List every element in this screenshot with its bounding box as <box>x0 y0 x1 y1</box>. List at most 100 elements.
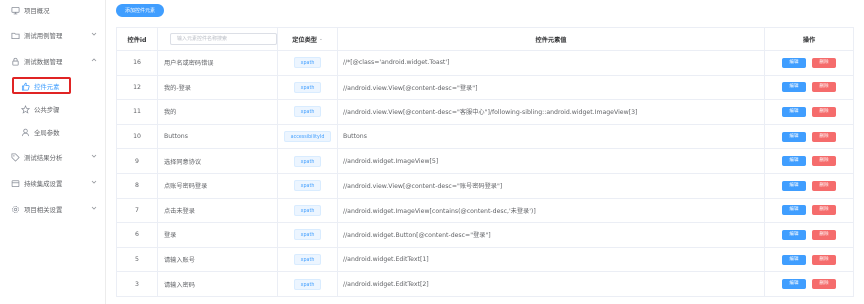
delete-button[interactable]: 删除 <box>812 180 836 191</box>
user-icon <box>20 127 30 137</box>
row-element-value: //android.widget.ImageView[5] <box>338 149 765 173</box>
lock-icon <box>10 56 20 66</box>
delete-button[interactable]: 删除 <box>812 229 836 240</box>
row-id: 16 <box>116 51 158 75</box>
row-name: 请输入账号 <box>158 247 278 272</box>
gear-icon <box>10 204 20 214</box>
sidebar-item-label: 控件元素 <box>34 82 60 91</box>
edit-button[interactable]: 编辑 <box>782 82 806 93</box>
row-type-cell: xpath <box>278 272 338 296</box>
locator-type-tag: xpath <box>293 229 322 241</box>
delete-button[interactable]: 删除 <box>812 156 836 167</box>
delete-button[interactable]: 删除 <box>812 254 836 265</box>
sidebar-item-common-steps[interactable]: 公共步骤 <box>0 98 106 120</box>
row-name: 我的 <box>158 100 278 124</box>
row-id: 11 <box>116 100 158 124</box>
delete-button[interactable]: 删除 <box>812 205 836 216</box>
row-operations: 编辑 删除 <box>765 51 854 75</box>
row-operations: 编辑 删除 <box>765 149 854 173</box>
locator-type-tag: xpath <box>293 81 322 93</box>
row-element-value: //android.view.View[@content-desc="登录"] <box>338 75 765 100</box>
sidebar-item-ci-settings[interactable]: 持续集成设置 <box>0 172 106 194</box>
row-type-cell: xpath <box>278 75 338 100</box>
star-icon <box>20 104 30 114</box>
edit-button[interactable]: 编辑 <box>782 156 806 167</box>
row-name: 点账号密码登录 <box>158 174 278 198</box>
row-element-value: //android.view.View[@content-desc="客服中心"… <box>338 100 765 124</box>
sidebar-item-label: 持续集成设置 <box>24 179 63 188</box>
edit-button[interactable]: 编辑 <box>782 205 806 216</box>
header-operations: 操作 <box>765 28 854 50</box>
delete-button[interactable]: 删除 <box>812 279 836 290</box>
row-name: 选择同意协议 <box>158 149 278 173</box>
edit-button[interactable]: 编辑 <box>782 106 806 117</box>
header-name-cell <box>158 28 278 50</box>
sidebar-item-test-data-management[interactable]: 测试数据管理 <box>0 50 106 72</box>
table-row: 12 我的-登录 xpath //android.view.View[@cont… <box>116 75 854 101</box>
table-row: 11 我的 xpath //android.view.View[@content… <box>116 100 854 125</box>
edit-button[interactable]: 编辑 <box>782 229 806 240</box>
edit-button[interactable]: 编辑 <box>782 180 806 191</box>
sidebar-item-label: 项目相关设置 <box>24 205 63 214</box>
sidebar-item-result-analysis[interactable]: 测试结果分析 <box>0 146 106 168</box>
row-type-cell: xpath <box>278 223 338 247</box>
edit-button[interactable]: 编辑 <box>782 254 806 265</box>
locator-type-tag: xpath <box>293 180 322 192</box>
sidebar-item-test-case-management[interactable]: 测试用例管理 <box>0 24 106 46</box>
row-id: 5 <box>116 247 158 272</box>
row-element-value: //android.widget.EditText[2] <box>338 272 765 296</box>
tag-icon <box>10 152 20 162</box>
delete-button[interactable]: 删除 <box>812 57 836 68</box>
delete-button[interactable]: 删除 <box>812 106 836 117</box>
edit-button[interactable]: 编辑 <box>782 131 806 142</box>
row-name: 点击未登录 <box>158 198 278 223</box>
sidebar-item-global-params[interactable]: 全局参数 <box>0 121 106 143</box>
row-element-value: //android.widget.EditText[1] <box>338 247 765 272</box>
table-header: 控件id 定位类型 ⌄ 控件元素值 操作 <box>116 27 854 51</box>
row-type-cell: xpath <box>278 247 338 272</box>
search-input[interactable] <box>170 33 277 45</box>
row-operations: 编辑 删除 <box>765 75 854 100</box>
sidebar-item-label: 测试数据管理 <box>24 57 63 66</box>
locator-type-tag: xpath <box>293 204 322 216</box>
row-operations: 编辑 删除 <box>765 247 854 272</box>
row-name: 登录 <box>158 223 278 247</box>
edit-button[interactable]: 编辑 <box>782 57 806 68</box>
row-operations: 编辑 删除 <box>765 272 854 296</box>
chevron-up-icon <box>91 57 97 63</box>
row-type-cell: xpath <box>278 149 338 173</box>
sidebar-item-label: 测试结果分析 <box>24 153 63 162</box>
add-widget-element-button[interactable]: 添加控件元素 <box>116 4 164 17</box>
row-id: 3 <box>116 272 158 296</box>
filter-caret-icon[interactable]: ⌄ <box>319 37 323 42</box>
table-row: 8 点账号密码登录 xpath //android.view.View[@con… <box>116 174 854 199</box>
delete-button[interactable]: 删除 <box>812 131 836 142</box>
sidebar-item-project-overview[interactable]: 项目概况 <box>0 0 106 21</box>
sidebar-item-label: 全局参数 <box>34 128 60 137</box>
row-operations: 编辑 删除 <box>765 174 854 198</box>
locator-type-tag: xpath <box>293 155 322 167</box>
thumbs-up-icon <box>20 81 30 91</box>
sidebar-item-project-settings[interactable]: 项目相关设置 <box>0 198 106 220</box>
header-locator-type[interactable]: 定位类型 ⌄ <box>278 28 338 50</box>
delete-button[interactable]: 删除 <box>812 82 836 93</box>
row-id: 8 <box>116 174 158 198</box>
table-row: 16 用户名或密码错误 xpath //*[@class='android.wi… <box>116 51 854 76</box>
edit-button[interactable]: 编辑 <box>782 279 806 290</box>
table-row: 10 Buttons accessibilityId Buttons 编辑 删除 <box>116 124 854 150</box>
row-name: 我的-登录 <box>158 75 278 100</box>
locator-type-tag: xpath <box>293 254 322 266</box>
row-element-value: Buttons <box>338 124 765 149</box>
row-operations: 编辑 删除 <box>765 198 854 223</box>
table-row: 7 点击未登录 xpath //android.widget.ImageView… <box>116 198 854 224</box>
sidebar-item-widget-elements[interactable]: 控件元素 <box>0 75 106 97</box>
header-locator-type-label: 定位类型 <box>292 36 317 44</box>
row-operations: 编辑 删除 <box>765 124 854 149</box>
chevron-down-icon <box>91 205 97 211</box>
header-id: 控件id <box>116 28 158 50</box>
sidebar-item-label: 项目概况 <box>24 6 50 15</box>
locator-type-tag: xpath <box>293 57 322 69</box>
chevron-down-icon <box>91 153 97 159</box>
table-row: 6 登录 xpath //android.widget.Button[@cont… <box>116 223 854 248</box>
chevron-down-icon <box>91 31 97 37</box>
